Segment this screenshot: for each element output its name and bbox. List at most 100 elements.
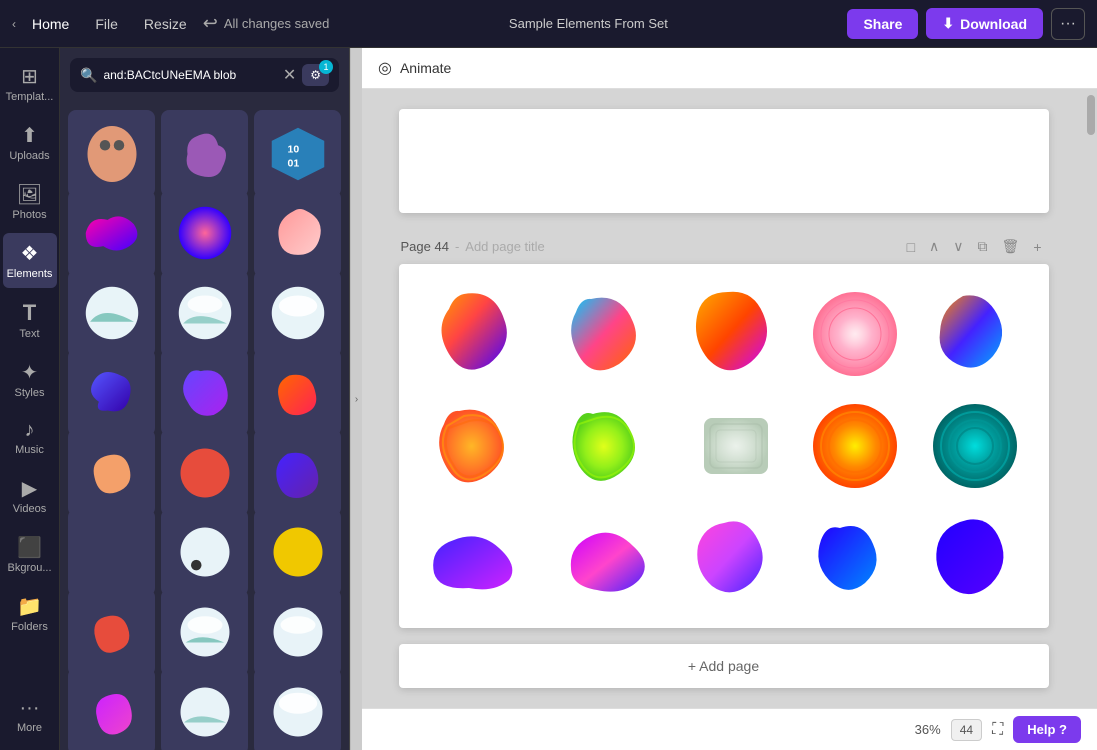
fullscreen-button[interactable]: ⛶	[992, 721, 1003, 739]
blob-item[interactable]	[551, 396, 671, 496]
scroll-thumb[interactable]	[1087, 95, 1095, 135]
add-page-bar[interactable]: + Add page	[399, 644, 1049, 688]
svg-text:10: 10	[287, 143, 299, 155]
page-indicator: 44	[951, 719, 982, 741]
blob-item[interactable]	[683, 284, 790, 384]
animate-bar: ◎ Animate	[362, 48, 1097, 89]
list-item[interactable]	[254, 270, 341, 357]
topbar-left: ‹ Home File Resize ↩ All changes saved	[12, 11, 329, 37]
videos-icon: ▶	[22, 476, 37, 501]
list-item[interactable]	[68, 110, 155, 197]
list-item[interactable]	[161, 429, 248, 516]
sidebar-icons: ⊞ Templat... ⬆ Uploads 🖼 Photos ❖ Elemen…	[0, 48, 60, 750]
help-label: Help ?	[1027, 722, 1067, 737]
page-down-button[interactable]: ∨	[948, 235, 968, 258]
blob-item[interactable]	[802, 396, 909, 496]
list-item[interactable]	[254, 589, 341, 676]
sidebar-item-styles[interactable]: ✦ Styles	[3, 352, 57, 407]
blob-item[interactable]	[802, 508, 909, 608]
sidebar-item-templates[interactable]: ⊞ Templat...	[3, 56, 57, 111]
blob-item[interactable]	[419, 396, 539, 496]
page-title-area: Page 44 - Add page title	[401, 239, 545, 254]
sidebar-item-more[interactable]: ··· More	[3, 689, 57, 742]
add-page-title[interactable]: Add page title	[465, 239, 545, 254]
blob-item[interactable]	[551, 508, 671, 608]
blob-item[interactable]	[921, 508, 1028, 608]
search-input[interactable]	[103, 68, 276, 82]
sidebar-item-elements[interactable]: ❖ Elements	[3, 233, 57, 288]
blob-item[interactable]	[551, 284, 671, 384]
animate-label[interactable]: Animate	[400, 60, 451, 76]
undo-button[interactable]: ↩	[203, 13, 218, 34]
more-options-button[interactable]: ···	[1051, 8, 1085, 40]
list-item[interactable]	[68, 509, 155, 596]
blob-item[interactable]	[419, 284, 539, 384]
sidebar-label-templates: Templat...	[6, 91, 54, 103]
sidebar-item-music[interactable]: ♪ Music	[3, 411, 57, 464]
page-add-button[interactable]: +	[1028, 235, 1046, 258]
blob-item[interactable]	[683, 508, 790, 608]
home-button[interactable]: Home	[22, 11, 79, 37]
background-icon: ⬛	[17, 535, 42, 560]
main-layout: ⊞ Templat... ⬆ Uploads 🖼 Photos ❖ Elemen…	[0, 48, 1097, 750]
sidebar-item-folders[interactable]: 📁 Folders	[3, 586, 57, 641]
sidebar-label-uploads: Uploads	[9, 150, 49, 162]
sidebar-label-background: Bkgrou...	[7, 562, 51, 574]
canvas-scroll[interactable]: Page 44 - Add page title □ ∧ ∨ ⧉ 🗑 +	[362, 89, 1085, 708]
templates-icon: ⊞	[21, 64, 38, 89]
blob-item[interactable]	[802, 284, 909, 384]
canvas-page	[399, 264, 1049, 628]
page-duplicate-button[interactable]: ⧉	[973, 235, 993, 258]
list-item[interactable]	[68, 429, 155, 516]
list-item[interactable]	[254, 349, 341, 436]
blob-item[interactable]	[419, 508, 539, 608]
search-icon: 🔍	[80, 67, 97, 84]
sidebar-item-background[interactable]: ⬛ Bkgrou...	[3, 527, 57, 582]
page-delete-button[interactable]: 🗑	[997, 235, 1025, 258]
list-item[interactable]	[68, 270, 155, 357]
doc-title: Sample Elements From Set	[339, 15, 837, 33]
list-item[interactable]	[68, 668, 155, 750]
sidebar-label-elements: Elements	[7, 268, 53, 280]
sidebar-item-text[interactable]: T Text	[3, 292, 57, 348]
scrollbar[interactable]	[1085, 89, 1097, 708]
blob-item[interactable]	[921, 284, 1028, 384]
resize-button[interactable]: Resize	[134, 11, 197, 37]
list-item[interactable]	[161, 110, 248, 197]
animate-icon: ◎	[378, 58, 392, 78]
page-separator: -	[455, 239, 459, 254]
list-item[interactable]	[161, 190, 248, 277]
list-item[interactable]	[68, 589, 155, 676]
share-button[interactable]: Share	[847, 9, 918, 39]
clear-search-button[interactable]: ✕	[283, 65, 296, 85]
list-item[interactable]	[254, 509, 341, 596]
list-item[interactable]	[161, 270, 248, 357]
page-up-button[interactable]: ∧	[924, 235, 944, 258]
more-icon: ···	[20, 697, 40, 720]
uploads-icon: ⬆	[21, 123, 38, 148]
blob-item[interactable]	[921, 396, 1028, 496]
panel-collapse-handle[interactable]: ›	[350, 48, 362, 750]
help-button[interactable]: Help ?	[1013, 716, 1081, 743]
sidebar-item-videos[interactable]: ▶ Videos	[3, 468, 57, 523]
list-item[interactable]	[254, 429, 341, 516]
topbar-right: Share ⬇ Download ···	[847, 8, 1085, 40]
download-button[interactable]: ⬇ Download	[926, 8, 1043, 39]
page-number: Page 44	[401, 239, 449, 254]
list-item[interactable]	[68, 190, 155, 277]
list-item[interactable]	[161, 349, 248, 436]
list-item[interactable]	[68, 349, 155, 436]
blob-item[interactable]	[683, 396, 790, 496]
list-item[interactable]	[161, 589, 248, 676]
filter-button[interactable]: ⚙ 1	[302, 64, 329, 86]
page-comment-button[interactable]: □	[902, 235, 920, 258]
list-item[interactable]: 1001	[254, 110, 341, 197]
sidebar-item-photos[interactable]: 🖼 Photos	[3, 174, 57, 229]
file-button[interactable]: File	[85, 11, 128, 37]
list-item[interactable]	[161, 668, 248, 750]
list-item[interactable]	[254, 190, 341, 277]
download-icon: ⬇	[942, 15, 954, 32]
sidebar-item-uploads[interactable]: ⬆ Uploads	[3, 115, 57, 170]
list-item[interactable]	[254, 668, 341, 750]
list-item[interactable]	[161, 509, 248, 596]
